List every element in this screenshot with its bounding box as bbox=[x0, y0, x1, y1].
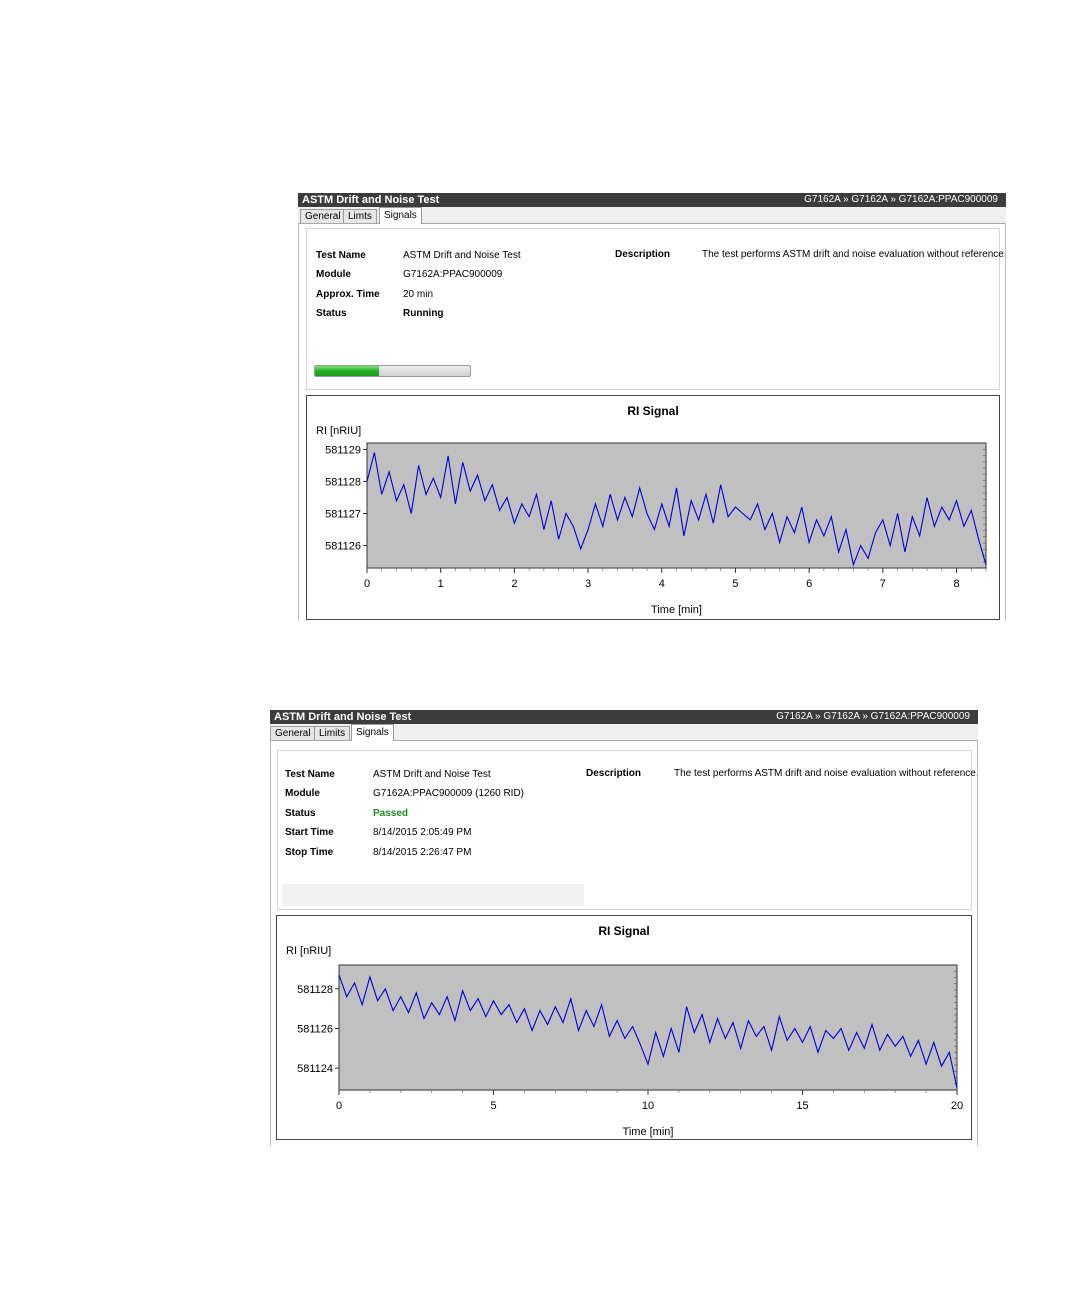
x-tick-label: 2 bbox=[511, 578, 517, 590]
x-tick-label: 15 bbox=[796, 1100, 808, 1112]
field-value: G7162A:PPAC900009 bbox=[403, 269, 503, 280]
panel-title-bar: ASTM Drift and Noise Test G7162A » G7162… bbox=[298, 193, 1006, 207]
divider bbox=[977, 740, 978, 1146]
plot-area bbox=[338, 964, 958, 1091]
field-label: Start Time bbox=[285, 827, 334, 838]
tab-strip: General Limits Signals bbox=[270, 724, 978, 741]
chart-container: RI Signal RI [nRIU] Time [min] 581124 581126… bbox=[276, 915, 972, 1140]
panel-title: ASTM Drift and Noise Test bbox=[302, 194, 440, 206]
progress-area bbox=[282, 884, 584, 906]
test-panel-running: ASTM Drift and Noise Test G7162A » G7162… bbox=[298, 193, 1007, 621]
x-tick-label: 8 bbox=[953, 578, 959, 590]
x-axis-label: Time [min] bbox=[651, 604, 702, 616]
tab-strip: General Limts Signals bbox=[298, 207, 1006, 224]
field-label: Status bbox=[316, 308, 347, 319]
field-value: ASTM Drift and Noise Test bbox=[373, 769, 491, 780]
progress-fill bbox=[315, 366, 379, 376]
chart-container: RI Signal RI [nRIU] Time [min] 581126 581127… bbox=[306, 395, 1000, 620]
divider bbox=[270, 740, 271, 1146]
y-tick-label: 581128 bbox=[297, 984, 333, 996]
progress-bar bbox=[314, 365, 471, 377]
field-label: Test Name bbox=[316, 250, 366, 261]
field-value: 8/14/2015 2:26:47 PM bbox=[373, 847, 472, 858]
panel-title-bar: ASTM Drift and Noise Test G7162A » G7162… bbox=[270, 710, 978, 724]
plot-area bbox=[366, 442, 987, 569]
x-axis-label: Time [min] bbox=[623, 1126, 674, 1138]
y-axis-label: RI [nRIU] bbox=[316, 425, 361, 437]
tab-limits[interactable]: Limits bbox=[314, 726, 351, 740]
field-value: 8/14/2015 2:05:49 PM bbox=[373, 827, 472, 838]
x-tick-label: 3 bbox=[585, 578, 591, 590]
x-tick-label: 20 bbox=[951, 1100, 963, 1112]
breadcrumb: G7162A » G7162A » G7162A:PPAC900009 bbox=[776, 711, 970, 722]
tab-limits[interactable]: Limts bbox=[343, 209, 377, 223]
chart-title: RI Signal bbox=[627, 404, 678, 418]
field-value: ASTM Drift and Noise Test bbox=[403, 250, 521, 261]
x-tick-label: 10 bbox=[642, 1100, 654, 1112]
field-label: Status bbox=[285, 808, 316, 819]
field-label: Test Name bbox=[285, 769, 335, 780]
x-tick-label: 1 bbox=[438, 578, 444, 590]
divider bbox=[1005, 223, 1006, 621]
breadcrumb: G7162A » G7162A » G7162A:PPAC900009 bbox=[804, 194, 998, 205]
tab-signals[interactable]: Signals bbox=[379, 207, 422, 224]
field-value: 20 min bbox=[403, 289, 434, 300]
status-value: Running bbox=[403, 308, 444, 319]
ri-signal-chart: RI Signal RI [nRIU] Time [min] 581126 581127… bbox=[316, 404, 987, 616]
test-info-box: Test Name ASTM Drift and Noise Test Modu… bbox=[306, 228, 1007, 390]
description-text: The test performs ASTM drift and noise e… bbox=[702, 249, 1007, 260]
chart-title: RI Signal bbox=[598, 924, 649, 938]
x-tick-label: 7 bbox=[880, 578, 886, 590]
y-tick-label: 581127 bbox=[325, 509, 361, 521]
x-tick-label: 5 bbox=[732, 578, 738, 590]
tab-signals[interactable]: Signals bbox=[351, 724, 394, 741]
y-axis-label: RI [nRIU] bbox=[286, 945, 331, 957]
field-label: Module bbox=[316, 269, 351, 280]
panel-title: ASTM Drift and Noise Test bbox=[274, 711, 412, 723]
description-label: Description bbox=[615, 249, 671, 260]
test-panel-passed: ASTM Drift and Noise Test G7162A » G7162… bbox=[270, 710, 979, 1146]
field-label: Stop Time bbox=[285, 847, 334, 858]
y-tick-label: 581129 bbox=[325, 444, 361, 456]
tab-general[interactable]: General bbox=[300, 209, 346, 223]
field-label: Approx. Time bbox=[316, 289, 380, 300]
x-tick-label: 0 bbox=[336, 1100, 342, 1112]
y-tick-label: 581126 bbox=[325, 541, 361, 553]
field-value: G7162A:PPAC900009 (1260 RID) bbox=[373, 788, 525, 799]
ri-signal-chart: RI Signal RI [nRIU] Time [min] 581124 581126… bbox=[286, 924, 963, 1138]
tab-general[interactable]: General bbox=[270, 726, 316, 740]
y-tick-label: 581124 bbox=[297, 1063, 333, 1075]
x-tick-label: 4 bbox=[659, 578, 665, 590]
description-text: The test performs ASTM drift and noise e… bbox=[674, 768, 979, 779]
x-tick-label: 0 bbox=[364, 578, 370, 590]
divider bbox=[298, 223, 299, 621]
y-tick-label: 581128 bbox=[325, 476, 361, 488]
test-info-box: Test Name ASTM Drift and Noise Test Modu… bbox=[277, 750, 979, 910]
description-label: Description bbox=[586, 768, 642, 779]
field-label: Module bbox=[285, 788, 320, 799]
x-tick-label: 5 bbox=[490, 1100, 496, 1112]
status-value: Passed bbox=[373, 808, 409, 819]
y-tick-label: 581126 bbox=[297, 1023, 333, 1035]
x-tick-label: 6 bbox=[806, 578, 812, 590]
